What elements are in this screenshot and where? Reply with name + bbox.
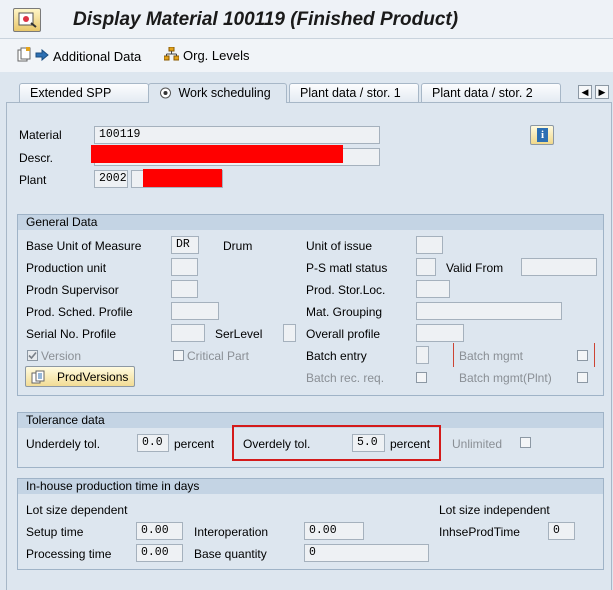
batch-mgmt-plnt-label: Batch mgmt(Plnt): [459, 371, 552, 385]
inhouse-production-title: In-house production time in days: [18, 479, 603, 494]
tab-label: Plant data / stor. 2: [432, 86, 533, 100]
redaction-block: [91, 145, 343, 163]
serial-profile-label: Serial No. Profile: [26, 327, 117, 341]
ps-status-field[interactable]: [416, 258, 436, 276]
mat-grouping-field[interactable]: [416, 302, 562, 320]
batch-mgmt-checkbox[interactable]: [577, 350, 588, 361]
plant-label: Plant: [19, 173, 47, 187]
window-title: Display Material 100119 (Finished Produc…: [73, 9, 459, 30]
display-icon[interactable]: [13, 8, 41, 32]
setup-time-label: Setup time: [26, 525, 84, 539]
batch-mgmt-plnt-checkbox[interactable]: [577, 372, 588, 383]
serial-profile-field[interactable]: [171, 324, 205, 342]
valid-from-label: Valid From: [446, 261, 504, 275]
valid-from-field[interactable]: [521, 258, 597, 276]
hierarchy-icon: [163, 46, 180, 64]
lot-size-independent-label: Lot size independent: [439, 503, 550, 517]
critical-part-label: Critical Part: [187, 349, 250, 363]
material-label: Material: [19, 128, 62, 142]
unit-of-issue-label: Unit of issue: [306, 239, 373, 253]
prodversions-icon: [31, 370, 46, 387]
inhse-prod-time-label: InhseProdTime: [439, 525, 520, 539]
ser-level-label: SerLevel: [215, 327, 263, 341]
prod-sched-profile-label: Prod. Sched. Profile: [26, 305, 133, 319]
prod-sched-profile-field[interactable]: [171, 302, 219, 320]
processing-time-label: Processing time: [26, 547, 112, 561]
interoperation-field[interactable]: 0.00: [304, 522, 364, 540]
overdely-tol-field[interactable]: 5.0: [352, 434, 385, 452]
unit-of-issue-field[interactable]: [416, 236, 443, 254]
redaction-block: [143, 169, 222, 187]
batch-mgmt-label: Batch mgmt: [459, 349, 524, 363]
processing-time-field[interactable]: 0.00: [136, 544, 183, 562]
unlimited-checkbox[interactable]: [520, 437, 531, 448]
prodversions-button[interactable]: ProdVersions: [25, 366, 135, 387]
tab-label: Plant data / stor. 1: [300, 86, 401, 100]
batch-entry-field[interactable]: [416, 346, 429, 364]
ps-status-label: P-S matl status: [306, 261, 388, 275]
unlimited-label: Unlimited: [452, 437, 503, 451]
tab-scroll-right-button[interactable]: ▶: [595, 85, 609, 99]
title-bar: Display Material 100119 (Finished Produc…: [0, 0, 613, 39]
tab-scroll-left-button[interactable]: ◀: [578, 85, 592, 99]
underdely-percent-label: percent: [174, 437, 215, 451]
critical-part-checkbox[interactable]: [173, 350, 184, 361]
org-levels-label: Org. Levels: [183, 48, 250, 63]
tab-work-scheduling[interactable]: Work scheduling: [148, 83, 287, 103]
overall-profile-field[interactable]: [416, 324, 464, 342]
lot-size-dependent-label: Lot size dependent: [26, 503, 128, 517]
batch-rec-req-checkbox[interactable]: [416, 372, 427, 383]
tab-plant-data-stor-2[interactable]: Plant data / stor. 2: [421, 83, 561, 102]
base-uom-field[interactable]: DR: [171, 236, 199, 254]
base-uom-label: Base Unit of Measure: [26, 239, 142, 253]
overdely-tol-label: Overdely tol.: [243, 437, 311, 451]
pages-icon: [17, 47, 31, 65]
interoperation-label: Interoperation: [194, 525, 269, 539]
prodn-supervisor-field[interactable]: [171, 280, 198, 298]
underdely-tol-field[interactable]: 0.0: [137, 434, 169, 452]
prodversions-label: ProdVersions: [57, 370, 129, 384]
overdely-percent-label: percent: [390, 437, 431, 451]
prodn-supervisor-label: Prodn Supervisor: [26, 283, 119, 297]
batch-rec-req-label: Batch rec. req.: [306, 371, 385, 385]
org-levels-button[interactable]: Org. Levels: [163, 46, 250, 64]
additional-data-label: Additional Data: [53, 48, 142, 64]
prod-stor-loc-field[interactable]: [416, 280, 450, 298]
info-icon: i: [537, 128, 548, 142]
eye-icon: [159, 86, 172, 105]
underdely-tol-label: Underdely tol.: [26, 437, 101, 451]
material-field[interactable]: 100119: [94, 126, 380, 144]
arrow-right-icon: [35, 48, 49, 64]
base-quantity-label: Base quantity: [194, 547, 267, 561]
version-checkbox[interactable]: [27, 350, 38, 361]
ser-level-field[interactable]: [283, 324, 296, 342]
version-label: Version: [41, 349, 82, 363]
tab-plant-data-stor-1[interactable]: Plant data / stor. 1: [289, 83, 419, 102]
descr-label: Descr.: [19, 151, 54, 165]
plant-field[interactable]: 2002: [94, 170, 128, 188]
setup-time-field[interactable]: 0.00: [136, 522, 183, 540]
tab-label: Work scheduling: [178, 86, 271, 100]
tab-label: Extended SPP: [30, 86, 112, 100]
general-data-title: General Data: [18, 215, 603, 230]
info-button[interactable]: i: [530, 125, 554, 145]
base-uom-text: Drum: [223, 239, 253, 253]
production-unit-label: Production unit: [26, 261, 107, 275]
application-toolbar: Additional Data Org. Levels: [0, 39, 613, 72]
overall-profile-label: Overall profile: [306, 327, 381, 341]
checkmark-icon: [28, 351, 37, 360]
batch-entry-label: Batch entry: [306, 349, 367, 363]
tab-extended-spp[interactable]: Extended SPP: [19, 83, 149, 102]
prod-stor-loc-label: Prod. Stor.Loc.: [306, 283, 386, 297]
mat-grouping-label: Mat. Grouping: [306, 305, 383, 319]
additional-data-button[interactable]: Additional Data: [17, 47, 141, 65]
production-unit-field[interactable]: [171, 258, 198, 276]
inhse-prod-time-field[interactable]: 0: [548, 522, 575, 540]
base-quantity-field[interactable]: 0: [304, 544, 429, 562]
